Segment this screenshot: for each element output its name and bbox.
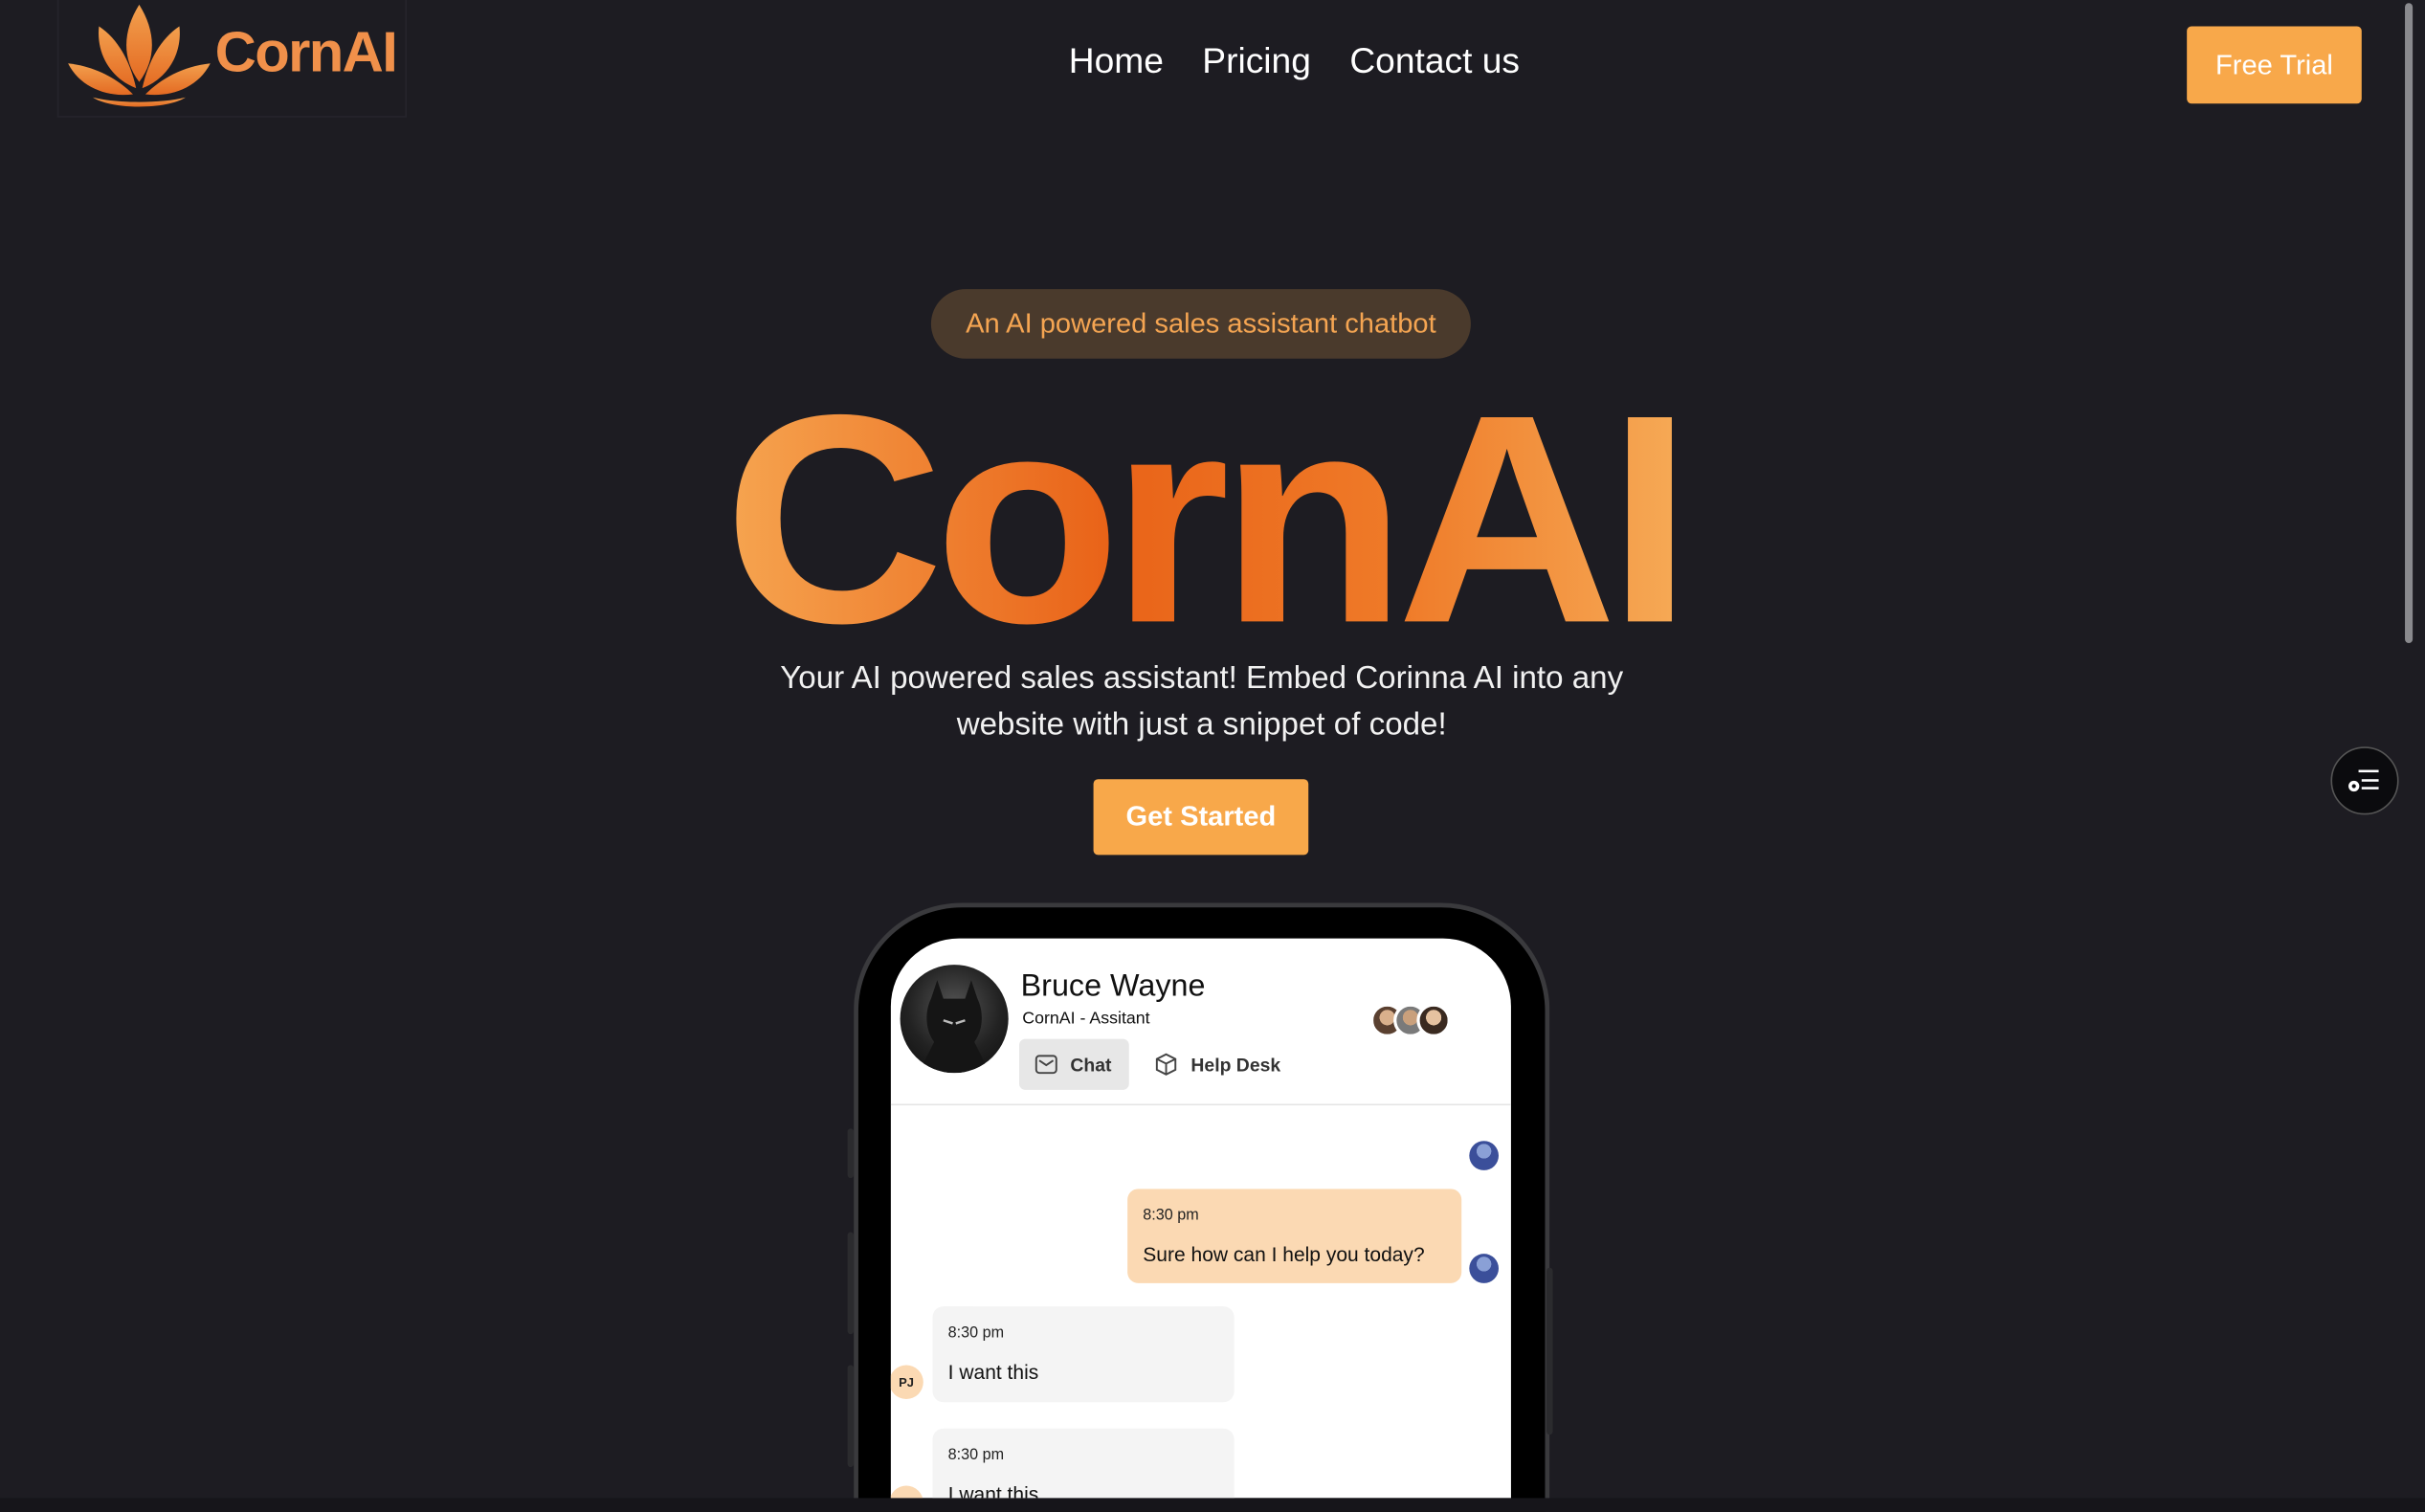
hero-subtitle: Your AI powered sales assistant! Embed C… xyxy=(780,659,1624,743)
contact-avatar xyxy=(900,965,1009,1074)
message-time: 8:30 pm xyxy=(1143,1207,1199,1225)
hero-title-text: CornAI xyxy=(723,371,1682,650)
free-trial-button[interactable]: Free Trial xyxy=(2187,26,2362,104)
customer-avatar: PJ xyxy=(890,1365,923,1400)
phone-button xyxy=(1546,1267,1553,1435)
message-text: I want this xyxy=(947,1360,1039,1384)
tab-chat-label: Chat xyxy=(1070,1053,1112,1076)
message-time: 8:30 pm xyxy=(947,1447,1005,1464)
tab-chat[interactable]: Chat xyxy=(1019,1038,1129,1090)
chat-envelope-icon xyxy=(1035,1055,1057,1075)
message-bubble: 8:30 pm Sure how can I help you today? xyxy=(1127,1189,1462,1283)
phone-button xyxy=(847,1128,855,1179)
tab-help-desk[interactable]: Help Desk xyxy=(1142,1039,1297,1090)
get-started-button[interactable]: Get Started xyxy=(1093,779,1309,856)
chat-preview-screen: Bruce Wayne CornAI - Assitant Chat Help … xyxy=(890,938,1511,1499)
main-nav: Home Pricing Contact us xyxy=(1069,40,1520,82)
phone-button xyxy=(847,1232,855,1335)
participant-avatars xyxy=(1369,1003,1451,1038)
contact-name: Bruce Wayne xyxy=(1020,968,1206,1004)
floating-menu-button[interactable] xyxy=(2330,746,2399,815)
chat-header: Bruce Wayne CornAI - Assitant Chat Help … xyxy=(890,939,1511,1106)
nav-link-pricing[interactable]: Pricing xyxy=(1202,40,1311,82)
message-bubble: 8:30 pm I want this xyxy=(932,1428,1235,1499)
tab-help-desk-label: Help Desk xyxy=(1190,1053,1281,1076)
logo[interactable]: CornAI xyxy=(56,0,408,118)
logo-text: CornAI xyxy=(214,20,398,84)
tagline-badge: An AI powered sales assistant chatbot xyxy=(930,289,1471,359)
nav-link-contact[interactable]: Contact us xyxy=(1349,40,1520,82)
phone-button xyxy=(847,1365,855,1468)
contact-role: CornAI - Assitant xyxy=(1022,1009,1150,1029)
message-bubble: 8:30 pm I want this xyxy=(932,1306,1235,1403)
hero-title: CornAI xyxy=(723,371,1692,650)
message-text: I want this xyxy=(947,1482,1039,1499)
help-desk-box-icon xyxy=(1155,1053,1177,1076)
message-text: Sure how can I help you today? xyxy=(1143,1128,1425,1152)
message-text: Sure how can I help you today? xyxy=(1143,1242,1425,1267)
lotus-logo-icon xyxy=(68,4,211,107)
scrollbar-thumb[interactable] xyxy=(2405,3,2414,644)
nav-link-home[interactable]: Home xyxy=(1069,40,1164,82)
user-avatar xyxy=(1469,1141,1500,1170)
bottom-edge xyxy=(0,1498,2425,1512)
user-avatar xyxy=(1469,1254,1500,1283)
menu-list-icon xyxy=(2348,769,2379,792)
customer-avatar xyxy=(890,1485,923,1499)
avatar xyxy=(1416,1003,1451,1038)
message-time: 8:30 pm xyxy=(947,1324,1005,1343)
